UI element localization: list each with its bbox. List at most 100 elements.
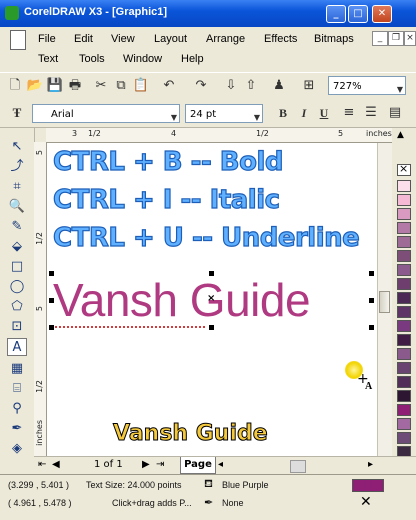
ellipse-tool-icon[interactable]: ◯ [7,278,27,296]
zoom-level-select[interactable]: 727% ▼ [328,76,406,95]
bullet-list-icon[interactable]: ☰ [362,104,380,122]
fill-color-swatch[interactable] [352,479,384,492]
artistic-text-object[interactable]: Vansh Guide [53,273,311,327]
export-icon[interactable]: ⇧ [242,77,260,95]
horizontal-ruler[interactable]: 3 1/2 4 1/2 5 inches [46,128,392,143]
shortcut-italic-text[interactable]: CTRL + I -- Italic [52,184,280,215]
shape-tool-icon[interactable]: ⤴ [7,158,27,176]
table-tool-icon[interactable]: ▦ [7,360,27,378]
menu-effects[interactable]: Effects [264,33,297,45]
crop-tool-icon[interactable]: ⌗ [7,178,27,196]
menu-text[interactable]: Text [38,53,58,65]
menu-window[interactable]: Window [123,53,162,65]
palette-swatch[interactable] [397,432,411,444]
palette-swatch[interactable] [397,264,411,276]
menu-bitmaps[interactable]: Bitmaps [314,33,354,45]
palette-swatch[interactable] [397,236,411,248]
selection-handle[interactable] [369,271,374,276]
corel-online-icon[interactable]: ⊞ [300,77,318,95]
scroll-right-icon[interactable]: ▸ [368,459,373,470]
palette-swatch[interactable] [397,362,411,374]
next-page-icon[interactable]: ▶ [142,459,150,470]
menu-layout[interactable]: Layout [154,33,187,45]
fill-tool-icon[interactable]: ◈ [7,440,27,458]
font-size-select[interactable]: 24 pt ▼ [185,104,263,123]
redo-icon[interactable]: ↷ [192,77,210,95]
smart-fill-tool-icon[interactable]: ⬙ [7,238,27,256]
horizontal-scroll-thumb[interactable] [290,460,306,473]
paste-icon[interactable]: 📋 [132,77,150,95]
last-page-icon[interactable]: ⇥ [156,459,164,470]
palette-swatch[interactable] [397,194,411,206]
first-page-icon[interactable]: ⇤ [38,459,46,470]
new-document-icon[interactable]: 🗋 [6,77,24,95]
no-color-swatch[interactable]: × [397,162,411,176]
undo-icon[interactable]: ↶ [160,77,178,95]
bold-button[interactable]: B [275,104,291,122]
menu-arrange[interactable]: Arrange [206,33,245,45]
print-icon[interactable]: 🖶 [66,77,84,95]
page-tab[interactable]: Page 1 [180,457,216,485]
menu-file[interactable]: File [38,33,56,45]
open-icon[interactable]: 📂 [26,77,44,95]
selection-handle[interactable] [369,325,374,330]
pick-tool-icon[interactable]: ↖ [7,138,27,156]
vertical-scrollbar[interactable] [377,143,392,456]
cut-icon[interactable]: ✂ [92,77,110,95]
minimize-button[interactable]: _ [326,5,346,23]
palette-swatch[interactable] [397,418,411,430]
palette-swatch[interactable] [397,320,411,332]
font-list-select[interactable]: Arial ▼ [32,104,180,123]
palette-swatch[interactable] [397,292,411,304]
palette-swatch[interactable] [397,250,411,262]
previous-page-icon[interactable]: ◀ [52,459,60,470]
palette-swatch[interactable] [397,334,411,346]
application-launcher-icon[interactable]: ♟ [270,77,288,95]
document-icon[interactable] [10,30,26,50]
palette-swatch[interactable] [397,306,411,318]
copy-icon[interactable]: ⧉ [112,77,130,95]
selection-handle[interactable] [49,271,54,276]
menu-help[interactable]: Help [181,53,204,65]
scroll-left-icon[interactable]: ◂ [218,459,223,470]
selection-handle[interactable] [209,271,214,276]
menu-tools[interactable]: Tools [79,53,105,65]
rectangle-tool-icon[interactable]: □ [7,258,27,276]
underline-button[interactable]: U [316,104,332,122]
vertical-ruler[interactable]: 5 1/2 5 1/2 inches [34,142,47,456]
palette-swatch[interactable] [397,390,411,402]
palette-swatch[interactable] [397,222,411,234]
doc-minimize-icon[interactable]: _ [372,31,388,46]
menu-view[interactable]: View [111,33,135,45]
import-icon[interactable]: ⇩ [222,77,240,95]
shortcut-underline-text[interactable]: CTRL + U -- Underline [52,222,360,253]
polygon-tool-icon[interactable]: ⬠ [7,298,27,316]
text-tool-options-icon[interactable]: Ŧ [8,104,26,122]
palette-swatch[interactable] [397,404,411,416]
zoom-tool-icon[interactable]: 🔍 [7,198,27,216]
shortcut-bold-text[interactable]: CTRL + B -- Bold [52,146,284,177]
selection-handle[interactable] [369,298,374,303]
maximize-button[interactable]: □ [348,5,368,23]
selection-handle[interactable] [209,325,214,330]
palette-swatch[interactable] [397,208,411,220]
drop-cap-icon[interactable]: ▤ [386,104,404,122]
palette-swatch[interactable] [397,180,411,192]
eyedropper-tool-icon[interactable]: ⚲ [7,400,27,418]
selection-handle[interactable] [49,325,54,330]
doc-restore-icon[interactable]: ❐ [388,31,404,46]
palette-swatch[interactable] [397,278,411,290]
save-icon[interactable]: 💾 [46,77,64,95]
palette-swatch[interactable] [397,348,411,360]
menu-edit[interactable]: Edit [74,33,93,45]
vertical-scroll-thumb[interactable] [379,291,390,313]
palette-swatch[interactable] [397,376,411,388]
selection-handle[interactable] [49,298,54,303]
basic-shapes-tool-icon[interactable]: ⊡ [7,318,27,336]
align-left-icon[interactable]: ≡ [340,104,358,122]
drawing-canvas[interactable]: CTRL + B -- Bold CTRL + I -- Italic CTRL… [47,143,377,456]
interactive-blend-tool-icon[interactable]: ⌸ [7,380,27,398]
outline-tool-icon[interactable]: ✒ [7,420,27,438]
no-outline-icon[interactable]: ✕ [360,495,372,509]
close-button[interactable]: ✕ [372,5,392,23]
